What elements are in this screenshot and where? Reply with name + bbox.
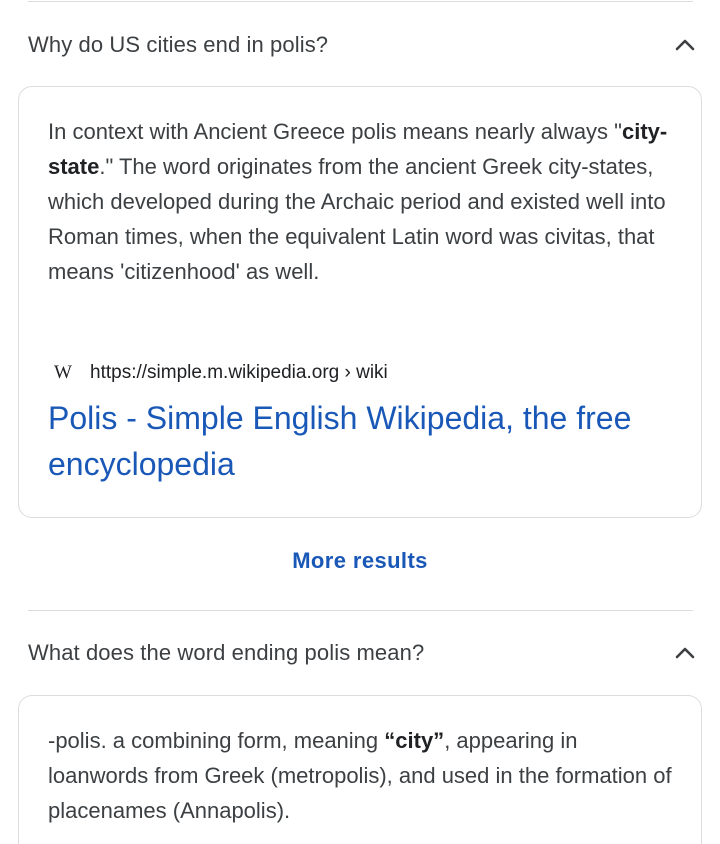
answer-1-text-end: ." The word originates from the ancient … xyxy=(48,154,666,284)
answer-1-text-start: In context with Ancient Greece polis mea… xyxy=(48,119,622,144)
faq-question-2[interactable]: What does the word ending polis mean? xyxy=(28,633,695,673)
wikipedia-w-icon: W xyxy=(54,362,72,383)
top-divider xyxy=(28,1,693,2)
answer-2-bold-term: “city” xyxy=(384,728,445,753)
faq-question-2-text: What does the word ending polis mean? xyxy=(28,640,425,665)
faq-answer-1-text: In context with Ancient Greece polis mea… xyxy=(48,114,673,289)
answer-2-text-start: -polis. a combining form, meaning xyxy=(48,728,385,753)
search-results-page: Why do US cities end in polis? In contex… xyxy=(0,0,720,844)
faq-answer-2-text: -polis. a combining form, meaning “city”… xyxy=(48,723,673,828)
faq-answer-card-2: -polis. a combining form, meaning “city”… xyxy=(18,695,702,844)
source-row[interactable]: W https://simple.m.wikipedia.org › wiki xyxy=(48,360,388,386)
source-url: https://simple.m.wikipedia.org › wiki xyxy=(90,362,388,383)
faq-answer-card-1: In context with Ancient Greece polis mea… xyxy=(18,86,702,518)
more-results-button[interactable]: More results xyxy=(0,548,720,574)
faq-question-1-text: Why do US cities end in polis? xyxy=(28,32,329,57)
source-title-link[interactable]: Polis - Simple English Wikipedia, the fr… xyxy=(48,395,668,487)
chevron-up-icon[interactable] xyxy=(671,639,699,667)
faq-question-1[interactable]: Why do US cities end in polis? xyxy=(28,25,695,65)
middle-divider xyxy=(28,610,693,611)
chevron-up-icon[interactable] xyxy=(671,31,699,59)
